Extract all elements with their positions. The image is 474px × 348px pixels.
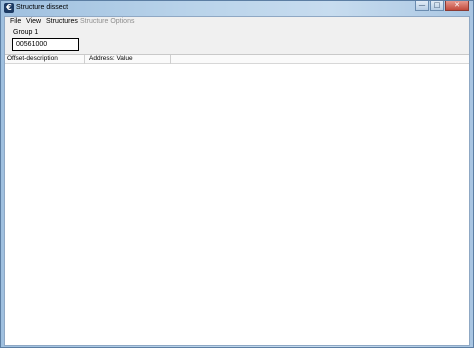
close-button[interactable]: ✕: [445, 1, 469, 11]
group-box: Group 1: [9, 28, 81, 52]
column-divider[interactable]: [84, 55, 85, 64]
column-address-value[interactable]: Address: Value: [89, 55, 133, 64]
column-offset-description[interactable]: Offset-description: [7, 55, 58, 64]
column-divider[interactable]: [170, 55, 171, 64]
minimize-button[interactable]: —: [415, 1, 429, 11]
title-bar[interactable]: € Structure dissect — □ ✕: [1, 1, 473, 16]
menu-file[interactable]: File: [10, 18, 21, 25]
structure-tree-view[interactable]: [5, 64, 469, 345]
menu-structure-options[interactable]: Structure Options: [80, 18, 134, 25]
window-title: Structure dissect: [16, 4, 69, 11]
app-icon[interactable]: €: [4, 3, 14, 13]
address-input[interactable]: [12, 38, 79, 51]
menu-bar: File View Structures Structure Options: [5, 17, 469, 28]
maximize-button[interactable]: □: [430, 1, 444, 11]
list-header: Offset-description Address: Value: [5, 55, 469, 64]
menu-view[interactable]: View: [26, 18, 41, 25]
caption-buttons: — □ ✕: [414, 1, 469, 11]
client-area: File View Structures Structure Options G…: [4, 16, 470, 346]
structure-dissect-window: € Structure dissect — □ ✕ File View Stru…: [0, 0, 474, 348]
menu-structures[interactable]: Structures: [46, 18, 78, 25]
group-label: Group 1: [13, 29, 39, 36]
